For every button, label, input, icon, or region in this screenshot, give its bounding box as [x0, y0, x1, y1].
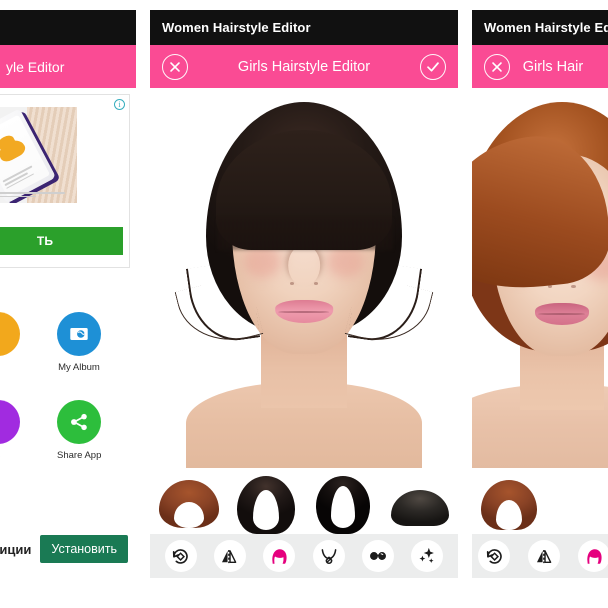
menu-grid: My Album s Share App — [0, 312, 136, 492]
ad-install-button[interactable]: ТЬ — [0, 227, 123, 255]
install-bar-text: тиции — [0, 541, 32, 557]
nostril-right — [571, 285, 576, 289]
menu-item-share-app-label: Share App — [57, 450, 102, 461]
model-photo-red — [472, 98, 608, 468]
album-photo-icon[interactable] — [57, 312, 101, 356]
panel-right-editor: Women Hairstyle Ed Girls Hair — [472, 0, 608, 608]
nose — [288, 245, 320, 286]
rotate-icon[interactable] — [164, 540, 197, 572]
hair-thumbnail-strip[interactable] — [150, 472, 458, 534]
strand-right-outer — [344, 273, 434, 353]
ad-car-graphic — [0, 136, 28, 164]
hair-icon[interactable] — [263, 540, 296, 572]
nostril-left — [547, 285, 553, 289]
left-pinkbar-title: yle Editor — [6, 58, 65, 75]
menu-item-my-album[interactable]: My Album — [57, 312, 101, 373]
mid-pinkbar-title: Girls Hairstyle Editor — [237, 58, 371, 75]
editor-toolbar[interactable] — [150, 534, 458, 578]
nostril-right — [313, 281, 319, 285]
nostril-left — [289, 281, 295, 285]
ad-text-lines — [2, 164, 39, 191]
hair-thumbnail[interactable] — [472, 472, 608, 534]
mid-appbar: Women Hairstyle Editor — [150, 10, 458, 45]
panel-left-menu: yle Editor i ТЬ My Album Share App иции … — [0, 0, 136, 608]
purple-circle-icon[interactable] — [0, 400, 20, 444]
model-photo-dark — [174, 96, 434, 468]
lips — [534, 303, 589, 325]
close-circle-icon[interactable] — [484, 53, 510, 80]
right-pinkbar: Girls Hair — [472, 45, 608, 88]
necklace-icon[interactable] — [312, 540, 345, 572]
flip-icon[interactable] — [528, 540, 560, 572]
sunglasses-icon[interactable] — [361, 540, 394, 572]
left-appbar — [0, 10, 136, 45]
ad-caption-lines — [0, 191, 68, 199]
wig-auburn-face-gap — [173, 502, 204, 528]
bang-tips — [216, 218, 392, 250]
lips — [275, 300, 333, 324]
menu-item-2[interactable]: s — [0, 400, 20, 461]
orange-circle-icon[interactable] — [0, 312, 20, 356]
mid-photo-canvas[interactable] — [150, 88, 458, 468]
menu-item-0[interactable] — [0, 312, 20, 362]
right-editor-toolbar[interactable] — [472, 534, 608, 578]
left-pinkbar: yle Editor — [0, 45, 136, 88]
ad-info-icon[interactable]: i — [114, 99, 125, 110]
right-photo-canvas[interactable] — [472, 88, 608, 468]
menu-item-share-app[interactable]: Share App — [57, 400, 101, 461]
install-button[interactable]: Установить — [40, 535, 128, 563]
right-appbar: Women Hairstyle Ed — [472, 10, 608, 45]
hair-thumbnail[interactable] — [227, 472, 304, 534]
hair-thumbnail[interactable] — [381, 472, 458, 534]
screenshot-collage: yle Editor i ТЬ My Album Share App иции … — [0, 0, 608, 608]
hair-thumbnail[interactable] — [150, 472, 227, 534]
share-icon[interactable] — [57, 400, 102, 444]
close-circle-icon[interactable] — [162, 53, 188, 80]
ad-install-label: ТЬ — [36, 234, 54, 248]
check-circle-icon[interactable] — [420, 53, 446, 80]
panel-middle-editor: Women Hairstyle Editor Girls Hairstyle E… — [150, 0, 458, 608]
flip-icon[interactable] — [213, 540, 246, 572]
mid-appbar-title: Women Hairstyle Editor — [162, 20, 311, 35]
hair-thumbnail[interactable] — [304, 472, 381, 534]
right-pinkbar-title: Girls Hair — [522, 58, 584, 75]
right-appbar-title: Women Hairstyle Ed — [484, 20, 608, 35]
sparkles-icon[interactable] — [411, 540, 444, 572]
bottom-install-bar: тиции Установить — [0, 532, 136, 566]
mid-pinkbar: Girls Hairstyle Editor — [150, 45, 458, 88]
wig-dark-fringe-bangs — [390, 490, 449, 526]
rotate-icon[interactable] — [478, 540, 510, 572]
menu-item-my-album-label: My Album — [58, 362, 100, 373]
ad-image — [0, 107, 77, 203]
right-hair-thumbnail-strip[interactable] — [472, 472, 608, 534]
hair-icon[interactable] — [578, 540, 608, 572]
ad-card[interactable]: i ТЬ — [0, 94, 130, 268]
